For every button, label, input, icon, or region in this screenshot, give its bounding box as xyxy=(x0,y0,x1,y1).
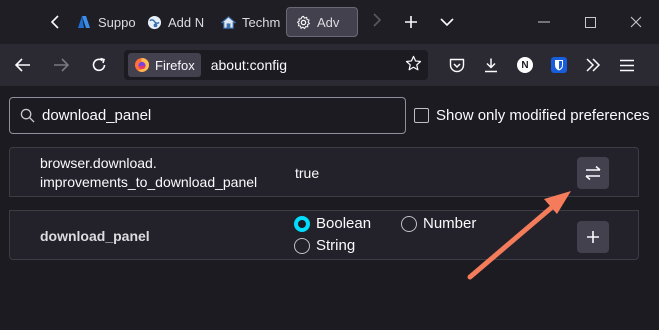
toggle-button[interactable] xyxy=(577,157,609,189)
tab-label: Adv xyxy=(317,14,340,30)
chevron-right-icon xyxy=(373,13,382,27)
maximize-button[interactable] xyxy=(567,0,613,44)
arrow-right-icon xyxy=(54,58,69,72)
type-string-label: String xyxy=(316,237,356,254)
toggle-arrows-icon xyxy=(585,165,601,181)
chevron-down-icon xyxy=(440,18,454,27)
bookmark-star-button[interactable] xyxy=(405,55,422,77)
navigation-toolbar: Firefox about:config N xyxy=(0,44,659,86)
back-button[interactable] xyxy=(7,49,39,81)
plus-icon xyxy=(405,16,417,28)
show-modified-label: Show only modified preferences xyxy=(436,107,650,124)
close-icon xyxy=(630,16,642,28)
minimize-icon xyxy=(538,21,550,23)
shield-icon xyxy=(551,57,567,73)
address-bar[interactable]: Firefox about:config xyxy=(124,50,428,80)
overflow-menu-button[interactable] xyxy=(578,49,608,81)
bitwarden-extension-button[interactable] xyxy=(544,49,574,81)
search-icon xyxy=(18,107,36,125)
new-preference-row: download_panel Boolean Number String xyxy=(9,210,639,260)
tab-label: Add N xyxy=(168,14,205,30)
globe-icon xyxy=(146,14,162,30)
house-icon xyxy=(220,14,236,30)
extension-n-icon: N xyxy=(517,57,533,73)
reload-icon xyxy=(92,57,106,72)
pocket-button[interactable] xyxy=(442,49,472,81)
star-icon xyxy=(405,55,422,71)
tab-techm[interactable]: Techm xyxy=(212,7,282,37)
tab-label: Suppo xyxy=(98,14,136,30)
azure-a-icon xyxy=(76,14,92,30)
identity-box[interactable]: Firefox xyxy=(128,53,201,77)
show-modified-checkbox-row[interactable]: Show only modified preferences xyxy=(414,107,649,124)
pocket-icon xyxy=(449,58,465,72)
tabs-scroll-left-button[interactable] xyxy=(42,9,68,35)
new-preference-name: download_panel xyxy=(40,228,150,244)
plus-icon xyxy=(587,231,599,243)
close-window-button[interactable] xyxy=(613,0,659,44)
forward-button[interactable] xyxy=(45,49,77,81)
preference-search-input[interactable]: download_panel xyxy=(9,97,406,134)
arrow-left-icon xyxy=(15,58,30,72)
maximize-icon xyxy=(584,16,596,28)
reload-button[interactable] xyxy=(83,49,115,81)
tab-advanced-preferences[interactable]: Adv xyxy=(286,7,358,37)
toolbar-right-buttons: N xyxy=(442,49,642,81)
preference-value: true xyxy=(295,165,320,181)
show-modified-checkbox[interactable] xyxy=(414,108,429,123)
preference-name-line-1: browser.download. xyxy=(40,155,157,171)
preference-name: browser.download. improvements_to_downlo… xyxy=(40,154,257,192)
chevron-left-icon xyxy=(50,15,59,29)
tab-label: Techm xyxy=(242,14,281,30)
new-tab-button[interactable] xyxy=(396,7,426,37)
tab-support[interactable]: Suppo xyxy=(68,7,138,37)
gear-icon xyxy=(295,14,311,30)
extension-n-button[interactable]: N xyxy=(510,49,540,81)
tabs-scroll-right-button[interactable] xyxy=(364,13,390,31)
preference-row: browser.download. improvements_to_downlo… xyxy=(9,147,639,197)
type-boolean-label: Boolean xyxy=(316,215,372,232)
downloads-button[interactable] xyxy=(476,49,506,81)
type-number-label: Number xyxy=(423,215,477,232)
type-number-radio[interactable] xyxy=(401,215,417,232)
app-menu-button[interactable] xyxy=(612,49,642,81)
minimize-button[interactable] xyxy=(521,0,567,44)
download-icon xyxy=(485,58,497,73)
tab-strip: Suppo Add N Techm Adv xyxy=(0,0,659,44)
type-number-option[interactable]: Number xyxy=(401,215,476,232)
preference-name-line-2: improvements_to_download_panel xyxy=(40,174,258,190)
firefox-logo-icon xyxy=(135,58,149,72)
double-chevron-right-icon xyxy=(586,58,601,72)
hamburger-icon xyxy=(620,59,634,71)
tab-add-n[interactable]: Add N xyxy=(138,7,212,37)
type-string-radio[interactable] xyxy=(294,237,310,254)
url-text[interactable]: about:config xyxy=(211,57,287,73)
type-boolean-radio[interactable] xyxy=(294,215,310,232)
type-boolean-option[interactable]: Boolean xyxy=(294,215,371,232)
identity-label: Firefox xyxy=(155,57,195,73)
window-controls xyxy=(521,0,659,44)
search-value: download_panel xyxy=(42,107,152,124)
type-string-option[interactable]: String xyxy=(294,237,355,254)
list-all-tabs-button[interactable] xyxy=(432,7,462,37)
add-preference-button[interactable] xyxy=(577,221,609,253)
